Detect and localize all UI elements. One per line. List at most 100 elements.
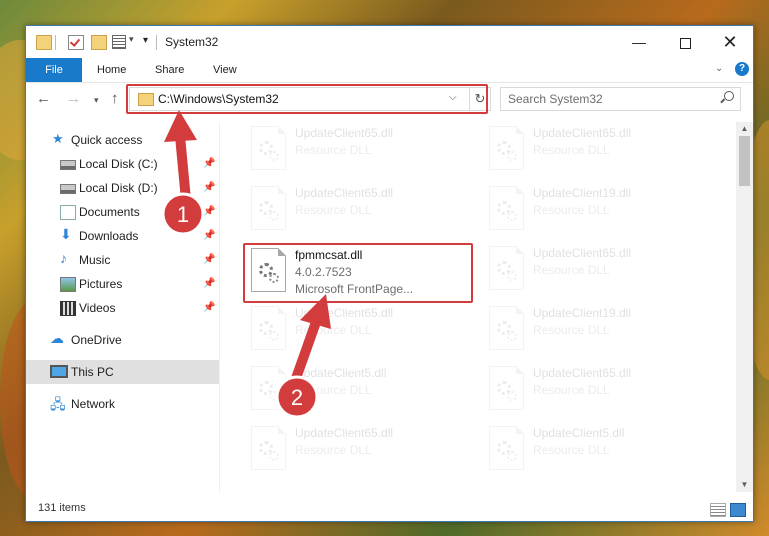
pictures-icon (60, 277, 76, 292)
dll-file-icon (489, 366, 524, 410)
pin-icon[interactable]: 📌 (203, 230, 215, 241)
vertical-scrollbar[interactable]: ▲ ▼ (736, 122, 753, 492)
new-folder-icon[interactable] (91, 35, 107, 50)
sidebar-item-music[interactable]: ♪ Music 📌 (26, 248, 219, 272)
file-type: Resource DLL (295, 203, 372, 217)
dll-file-icon (251, 126, 286, 170)
sidebar-item-pictures[interactable]: Pictures 📌 (26, 272, 219, 296)
file-type: Resource DLL (533, 323, 610, 337)
pin-icon[interactable]: 📌 (203, 302, 215, 313)
quick-access-dropdown-icon[interactable]: ▾ (143, 35, 148, 46)
file-item[interactable]: UpdateClient65.dll Resource DLL (246, 184, 476, 238)
file-name: UpdateClient19.dll (533, 306, 632, 320)
details-view-icon[interactable] (710, 503, 726, 517)
file-type: Resource DLL (295, 323, 372, 337)
sidebar-item-label: This PC (71, 365, 114, 379)
download-icon: ⬇ (60, 226, 72, 242)
dll-file-icon (489, 306, 524, 350)
back-arrow-icon[interactable]: ← (36, 90, 51, 107)
sidebar-item-local-disk-c[interactable]: Local Disk (C:) 📌 (26, 152, 219, 176)
folder-icon (36, 35, 52, 50)
pin-icon[interactable]: 📌 (203, 206, 215, 217)
file-name: UpdateClient65.dll (295, 306, 394, 320)
computer-icon (50, 365, 68, 378)
tab-home[interactable]: Home (97, 58, 126, 82)
search-placeholder: Search System32 (508, 92, 603, 106)
file-item[interactable]: UpdateClient5.dll Resource DLL (484, 424, 714, 478)
explorer-window: ▾ ▾ System32 — ✕ File Home Share View ⌄ … (25, 25, 754, 522)
tab-file[interactable]: File (26, 58, 82, 82)
expand-ribbon-chevron-icon[interactable]: ⌄ (715, 63, 723, 74)
sidebar-item-label: Network (71, 397, 116, 411)
file-name: UpdateClient19.dll (533, 186, 632, 200)
sidebar-item-documents[interactable]: Documents 📌 (26, 200, 219, 224)
pin-icon[interactable]: 📌 (203, 254, 215, 265)
title-bar: ▾ ▾ System32 — ✕ (26, 26, 753, 58)
scroll-thumb[interactable] (739, 136, 750, 186)
sidebar-item-this-pc[interactable]: This PC (26, 360, 219, 384)
star-icon: ★ (52, 131, 64, 146)
dll-file-icon (489, 426, 524, 470)
large-icons-view-icon[interactable] (730, 503, 746, 517)
customize-quick-access-chevron-icon[interactable]: ▾ (129, 34, 134, 45)
scroll-up-icon[interactable]: ▲ (736, 122, 753, 136)
file-type: Resource DLL (533, 203, 610, 217)
search-input[interactable]: Search System32 (500, 87, 741, 111)
file-type: Resource DLL (295, 443, 372, 457)
sidebar-item-label: Local Disk (D:) (79, 181, 158, 195)
recent-locations-chevron-icon[interactable]: ▾ (94, 95, 99, 106)
videos-icon (60, 301, 76, 316)
sidebar-item-onedrive[interactable]: ☁ OneDrive (26, 328, 219, 352)
file-item[interactable]: UpdateClient65.dll Resource DLL (246, 424, 476, 478)
file-type: Resource DLL (533, 263, 610, 277)
dll-file-icon (251, 366, 286, 410)
minimize-button[interactable]: — (616, 26, 662, 58)
tab-view[interactable]: View (213, 58, 237, 82)
sidebar-item-label: Quick access (71, 133, 143, 147)
sidebar-item-local-disk-d[interactable]: Local Disk (D:) 📌 (26, 176, 219, 200)
documents-icon (60, 205, 76, 220)
file-item[interactable]: UpdateClient65.dll Resource DLL (484, 244, 714, 298)
file-item[interactable]: UpdateClient19.dll Resource DLL (484, 184, 714, 238)
file-item[interactable]: UpdateClient65.dll Resource DLL (484, 124, 714, 178)
close-button[interactable]: ✕ (707, 26, 753, 58)
sidebar-item-network[interactable]: 🖧 Network (26, 392, 219, 416)
ribbon-tabs: File Home Share View ⌄ ? (26, 58, 753, 83)
pin-icon[interactable]: 📌 (203, 182, 215, 193)
file-type: Resource DLL (533, 443, 610, 457)
file-item[interactable]: UpdateClient5.dll Resource DLL (246, 364, 476, 418)
up-arrow-icon[interactable]: ↑ (111, 90, 119, 107)
dll-file-icon (489, 186, 524, 230)
file-item[interactable]: UpdateClient65.dll Resource DLL (484, 364, 714, 418)
search-icon[interactable] (724, 91, 734, 101)
file-type: Resource DLL (533, 383, 610, 397)
dll-file-icon (251, 186, 286, 230)
scroll-down-icon[interactable]: ▼ (736, 478, 753, 492)
sidebar-item-quick-access[interactable]: ★ Quick access (26, 128, 219, 152)
annotation-highlight-address (126, 84, 488, 114)
tab-share[interactable]: Share (155, 58, 184, 82)
help-icon[interactable]: ? (735, 62, 749, 76)
file-item[interactable]: UpdateClient19.dll Resource DLL (484, 304, 714, 358)
cloud-icon: ☁ (50, 330, 64, 346)
quick-access-properties-icon[interactable] (112, 35, 126, 49)
maximize-button[interactable] (662, 26, 708, 58)
file-name: UpdateClient5.dll (533, 426, 625, 440)
divider (55, 35, 56, 50)
file-item[interactable]: UpdateClient65.dll Resource DLL (246, 304, 476, 358)
sidebar-item-videos[interactable]: Videos 📌 (26, 296, 219, 320)
item-count: 131 items (38, 502, 86, 514)
window-title: System32 (165, 35, 219, 49)
sidebar-item-downloads[interactable]: ⬇ Downloads 📌 (26, 224, 219, 248)
file-name: UpdateClient65.dll (295, 126, 394, 140)
pin-icon[interactable]: 📌 (203, 278, 215, 289)
file-type: Resource DLL (533, 143, 610, 157)
forward-arrow-icon[interactable]: → (66, 90, 81, 107)
sidebar-item-label: OneDrive (71, 333, 122, 347)
navigation-bar: ← → ▾ ↑ C:\Windows\System32 ⌵ ↻ Search S… (26, 83, 753, 117)
navigation-pane: ★ Quick access Local Disk (C:) 📌 Local D… (26, 122, 219, 492)
file-item[interactable]: UpdateClient65.dll Resource DLL (246, 124, 476, 178)
pin-icon[interactable]: 📌 (203, 158, 215, 169)
properties-check-icon[interactable] (68, 35, 84, 50)
file-type: Resource DLL (295, 383, 372, 397)
